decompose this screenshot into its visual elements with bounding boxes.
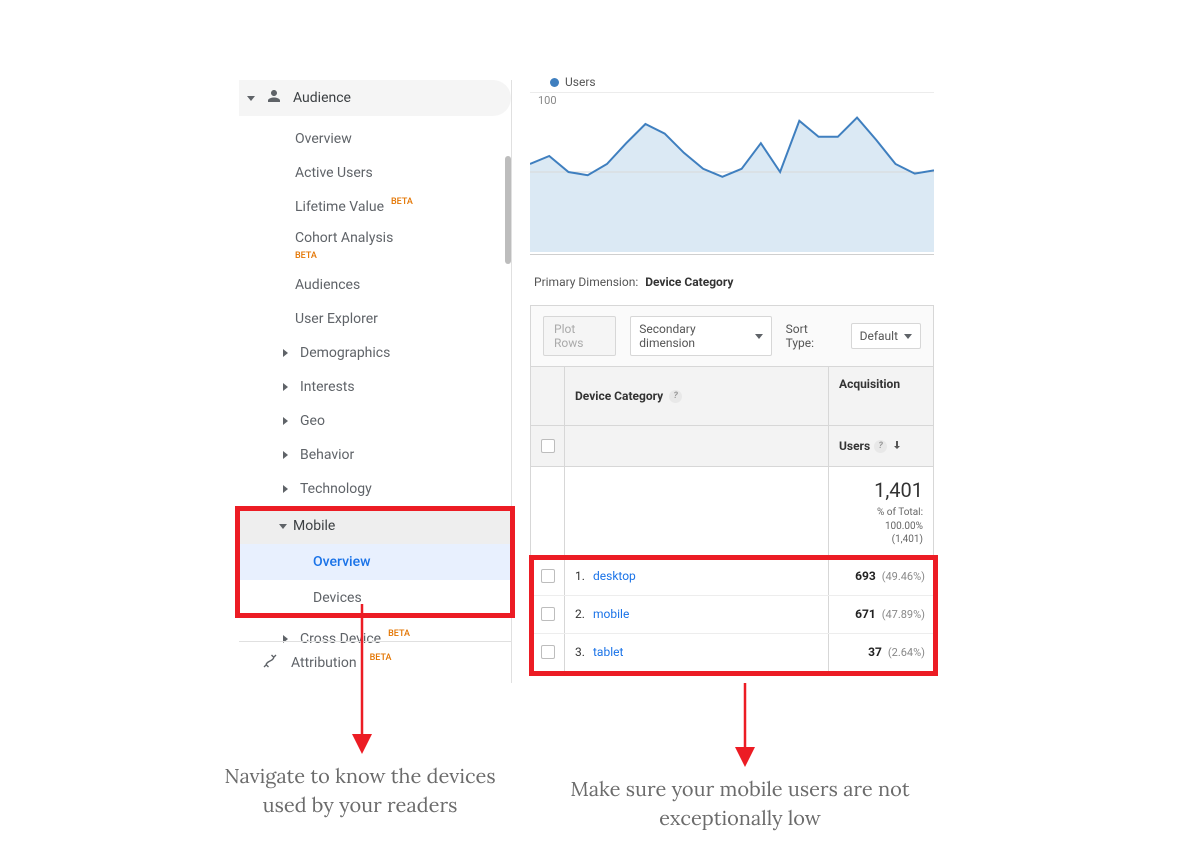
device-link[interactable]: mobile <box>593 607 629 621</box>
sidebar-group-interests[interactable]: Interests <box>239 370 511 404</box>
sidebar-item-user-explorer[interactable]: User Explorer <box>239 302 511 336</box>
sidebar-item-active-users[interactable]: Active Users <box>239 156 511 190</box>
help-icon[interactable]: ? <box>874 440 887 453</box>
scrollbar-thumb[interactable] <box>505 156 511 264</box>
column-header-device-category[interactable]: Device Category ? <box>565 367 829 425</box>
attribution-icon <box>261 652 279 674</box>
caret-down-icon <box>247 96 255 101</box>
annotation-text-left: Navigate to know the devices used by you… <box>210 762 510 820</box>
users-chart: Users 100 50 <box>530 80 934 255</box>
sidebar-group-demographics[interactable]: Demographics <box>239 336 511 370</box>
caret-right-icon <box>283 349 288 357</box>
table-summary-row: 1,401 % of Total: 100.00% (1,401) <box>531 467 933 558</box>
annotation-arrow <box>352 604 372 752</box>
caret-right-icon <box>283 485 288 493</box>
table-row: 2.mobile 671(47.89%) <box>531 596 933 634</box>
sidebar: Audience Overview Active Users Lifetime … <box>239 80 512 683</box>
table-header-row-1: Device Category ? Acquisition <box>531 367 933 426</box>
caret-right-icon <box>283 383 288 391</box>
sidebar-group-technology[interactable]: Technology <box>239 472 511 506</box>
column-header-users[interactable]: Users ? <box>829 426 933 466</box>
sidebar-list: Overview Active Users Lifetime Value BET… <box>239 116 511 656</box>
sidebar-item-mobile-overview[interactable]: Overview <box>239 544 511 580</box>
legend-dot-icon <box>550 78 559 87</box>
device-category-table: Device Category ? Acquisition Users ? 1,… <box>530 366 934 673</box>
caret-right-icon <box>283 451 288 459</box>
help-icon[interactable]: ? <box>669 390 682 403</box>
select-all-checkbox[interactable] <box>541 439 555 453</box>
sidebar-group-mobile: Mobile Overview Devices <box>239 508 511 616</box>
beta-tag: BETA <box>295 251 317 261</box>
beta-tag: BETA <box>391 197 413 207</box>
device-link[interactable]: tablet <box>593 645 623 659</box>
person-icon <box>265 87 283 109</box>
row-checkbox[interactable] <box>541 607 555 621</box>
sidebar-group-mobile-header[interactable]: Mobile <box>239 508 511 544</box>
beta-tag: BETA <box>370 653 392 663</box>
sort-type-dropdown[interactable]: Default <box>851 323 921 349</box>
column-header-acquisition: Acquisition <box>829 367 933 425</box>
sidebar-section-audience[interactable]: Audience <box>239 80 511 116</box>
users-total: 1,401 <box>833 477 923 504</box>
sort-type-label: Sort Type: <box>786 322 837 350</box>
table-toolbar: Plot Rows Secondary dimension Sort Type:… <box>530 305 934 366</box>
annotation-arrow <box>735 683 755 765</box>
primary-dimension: Primary Dimension: Device Category <box>530 255 934 305</box>
table-row: 1.desktop 693(49.46%) <box>531 558 933 596</box>
sidebar-section-label: Audience <box>293 90 351 106</box>
annotation-text-right: Make sure your mobile users are not exce… <box>560 775 920 833</box>
row-checkbox[interactable] <box>541 569 555 583</box>
caret-down-icon <box>755 334 763 339</box>
chart-legend: Users <box>550 76 596 88</box>
table-row: 3.tablet 37(2.64%) <box>531 634 933 672</box>
sidebar-item-mobile-devices[interactable]: Devices <box>239 580 511 616</box>
plot-rows-button: Plot Rows <box>543 316 616 356</box>
device-link[interactable]: desktop <box>593 569 636 583</box>
sidebar-group-behavior[interactable]: Behavior <box>239 438 511 472</box>
sidebar-group-geo[interactable]: Geo <box>239 404 511 438</box>
sidebar-item-overview[interactable]: Overview <box>239 122 511 156</box>
beta-tag: BETA <box>388 629 410 639</box>
main-panel: Users 100 50 Primary Dimension: Device C… <box>530 80 934 673</box>
secondary-dimension-dropdown[interactable]: Secondary dimension <box>630 316 771 356</box>
caret-down-icon <box>904 334 912 339</box>
table-body: 1.desktop 693(49.46%) 2.mobile 671(47.89… <box>531 558 933 672</box>
chart-svg <box>530 92 934 252</box>
table-header-row-2: Users ? <box>531 426 933 467</box>
caret-down-icon <box>279 524 287 529</box>
sidebar-item-attribution[interactable]: Attribution BETA <box>239 641 511 683</box>
caret-right-icon <box>283 417 288 425</box>
sidebar-item-cohort-analysis[interactable]: Cohort Analysis BETA <box>239 224 511 268</box>
sort-descending-icon <box>891 439 903 454</box>
sidebar-item-lifetime-value[interactable]: Lifetime Value BETA <box>239 190 511 224</box>
dimension-tab-device-category[interactable]: Device Category <box>645 275 733 297</box>
row-checkbox[interactable] <box>541 645 555 659</box>
sidebar-item-audiences[interactable]: Audiences <box>239 268 511 302</box>
